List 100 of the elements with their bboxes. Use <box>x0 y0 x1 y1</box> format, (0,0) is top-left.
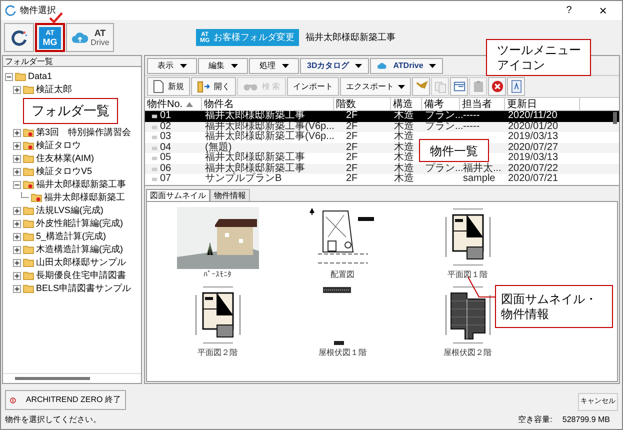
menu-button[interactable]: 処理 <box>249 58 299 74</box>
expand-icon[interactable] <box>13 284 21 292</box>
menu-button[interactable]: 編集 <box>198 58 248 74</box>
folder-list-callout: フォルダ一覧 <box>23 98 118 124</box>
table-cell-text: 福井太郎様邸新築工事 <box>205 111 305 121</box>
table-cell-text: 木造 <box>394 153 414 163</box>
scrollbar-thumb[interactable] <box>613 112 617 124</box>
thumbnail-label: 平面図１階 <box>448 270 488 280</box>
tree-item[interactable]: 外皮性能計算編(完成) <box>36 217 123 230</box>
callout-text: アイコン <box>497 58 546 72</box>
table-cell-text: 福井太... <box>463 164 502 174</box>
power-icon <box>10 396 16 404</box>
table-cell: 07 <box>160 174 172 184</box>
collapse-icon[interactable] <box>5 72 13 80</box>
document-icon <box>510 80 522 93</box>
table-cell-text: 木造 <box>394 132 414 142</box>
expand-icon[interactable] <box>13 246 21 254</box>
expand-icon[interactable] <box>13 232 21 240</box>
table-cell-text: 福井太郎様邸新築工事(V6p... <box>205 122 334 132</box>
toolbar-button[interactable]: 開く <box>191 77 236 96</box>
expand-icon[interactable] <box>13 86 21 94</box>
logo-text: Drive <box>90 38 110 46</box>
tree-item[interactable]: 検証タロウ <box>36 139 81 152</box>
column-header[interactable]: 物件No. <box>145 98 202 110</box>
exit-button[interactable]: ARCHITREND ZERO 終了 <box>5 390 126 410</box>
expand-icon[interactable] <box>13 168 21 176</box>
column-header[interactable]: 物件名 <box>202 98 334 110</box>
tab[interactable]: 物件情報 <box>210 189 250 201</box>
window-button[interactable] <box>450 77 468 96</box>
tree-item[interactable]: BELS申請図書サンプル <box>36 282 132 295</box>
column-header[interactable]: 更新日 <box>505 98 580 110</box>
table-cell: 木造 <box>394 174 414 184</box>
table-cell: 2019/03/13 <box>508 132 558 142</box>
menu-button[interactable]: 3Dカタログ <box>300 58 370 74</box>
caret-icon <box>282 64 288 68</box>
expand-icon[interactable] <box>13 272 21 280</box>
tab[interactable]: 図面サムネイル <box>146 189 210 201</box>
expand-icon[interactable] <box>13 206 21 214</box>
tree-item[interactable]: 第3回 特別操作講習会 <box>36 126 132 139</box>
tree-item[interactable]: 福井太郎様邸新築工 <box>44 191 125 204</box>
tree-item[interactable]: 福井太郎様邸新築工事 <box>36 178 126 191</box>
column-header[interactable]: 構造 <box>391 98 422 110</box>
table-cell-text: プラン... <box>425 111 464 121</box>
expand-icon[interactable] <box>13 142 21 150</box>
thumbnail-label: 平面図２階 <box>198 348 238 358</box>
table-cell: 2019/03/13 <box>508 153 558 164</box>
close-button[interactable]: × <box>588 4 618 17</box>
callout-text: ツールメニュー <box>497 42 582 58</box>
drive-button[interactable]: AT Drive <box>66 23 114 52</box>
column-header[interactable]: 備考 <box>422 98 460 110</box>
logo-text: MG <box>42 38 58 46</box>
expand-icon[interactable] <box>13 258 21 266</box>
tree-item[interactable]: 長期優良住宅申請図書 <box>36 269 126 282</box>
menu-button[interactable]: 表示 <box>147 58 197 74</box>
tree-item[interactable]: 法規LVS編(完成) <box>36 204 104 217</box>
table-cell: ----- <box>463 111 480 122</box>
tree-item[interactable]: Data1 <box>28 70 52 83</box>
column-header[interactable]: 担当者 <box>460 98 505 110</box>
caret-icon <box>355 64 362 68</box>
table-row[interactable]: 06 福井太郎様邸新築工事 2F 木造 プラン...福井太... 2020/07/22 <box>145 164 619 174</box>
column-header[interactable]: 階数 <box>334 98 391 110</box>
table-row[interactable]: 02 福井太郎様邸新築工事(V6p... 2F 木造 プラン...----- 2020/01/20 <box>145 122 619 132</box>
expand-icon[interactable] <box>13 128 21 136</box>
table-cell-text: 福井太郎様邸新築工事 <box>205 164 305 174</box>
scrollbar-thumb[interactable] <box>15 377 90 380</box>
free-space-value: 528799.9 MB <box>562 414 610 426</box>
toolbar-button[interactable]: エクスポート <box>340 77 412 96</box>
tree-item[interactable]: 木造構造計算編(完成) <box>36 243 123 256</box>
tree-item[interactable]: 検証太郎 <box>36 83 72 96</box>
tree-item[interactable]: 検証タロウV5 <box>36 165 92 178</box>
ring-logo-icon <box>10 28 28 46</box>
table-cell-text: (無題) <box>205 142 232 152</box>
table-cell: サンプルプランB <box>205 174 282 184</box>
table-cell: 2F <box>346 164 358 174</box>
toolbar-button[interactable]: インポート <box>287 77 340 96</box>
document-button[interactable] <box>507 77 526 96</box>
caret-icon <box>230 64 238 68</box>
table-cell-text: 福井太郎様邸新築工事 <box>205 153 305 163</box>
table-cell: 2020/07/21 <box>508 174 558 184</box>
table-cell: sample <box>463 174 496 184</box>
delete-button[interactable] <box>488 77 506 96</box>
status-text: 物件を選択してください。 <box>5 414 101 426</box>
caret-icon <box>180 64 186 68</box>
expand-icon[interactable] <box>13 220 21 228</box>
sort-ascending-icon[interactable] <box>186 102 193 106</box>
logo-text: AT <box>93 28 107 38</box>
cloud-icon <box>377 62 388 69</box>
table-row[interactable]: 01 福井太郎様邸新築工事 2F 木造 プラン...----- 2020/11/20 <box>145 111 619 122</box>
house-rendering-drawing[interactable] <box>176 207 258 269</box>
help-button[interactable]: ? <box>554 3 584 18</box>
tree-item[interactable]: 5_構造計算(完成) <box>36 230 106 243</box>
refresh-button[interactable] <box>4 23 34 52</box>
expand-icon[interactable] <box>13 154 21 162</box>
table-cell: ----- <box>463 122 480 132</box>
tree-item[interactable]: 住友林業(AIM) <box>36 152 94 165</box>
tree-item[interactable]: 山田太郎様邸サンプル <box>36 256 126 269</box>
menu-button[interactable]: ATDrive <box>370 58 444 74</box>
free-space-label: 空き容量: <box>518 414 552 426</box>
collapse-icon[interactable] <box>13 180 21 188</box>
toolbar-button[interactable]: 新規 <box>147 77 190 96</box>
